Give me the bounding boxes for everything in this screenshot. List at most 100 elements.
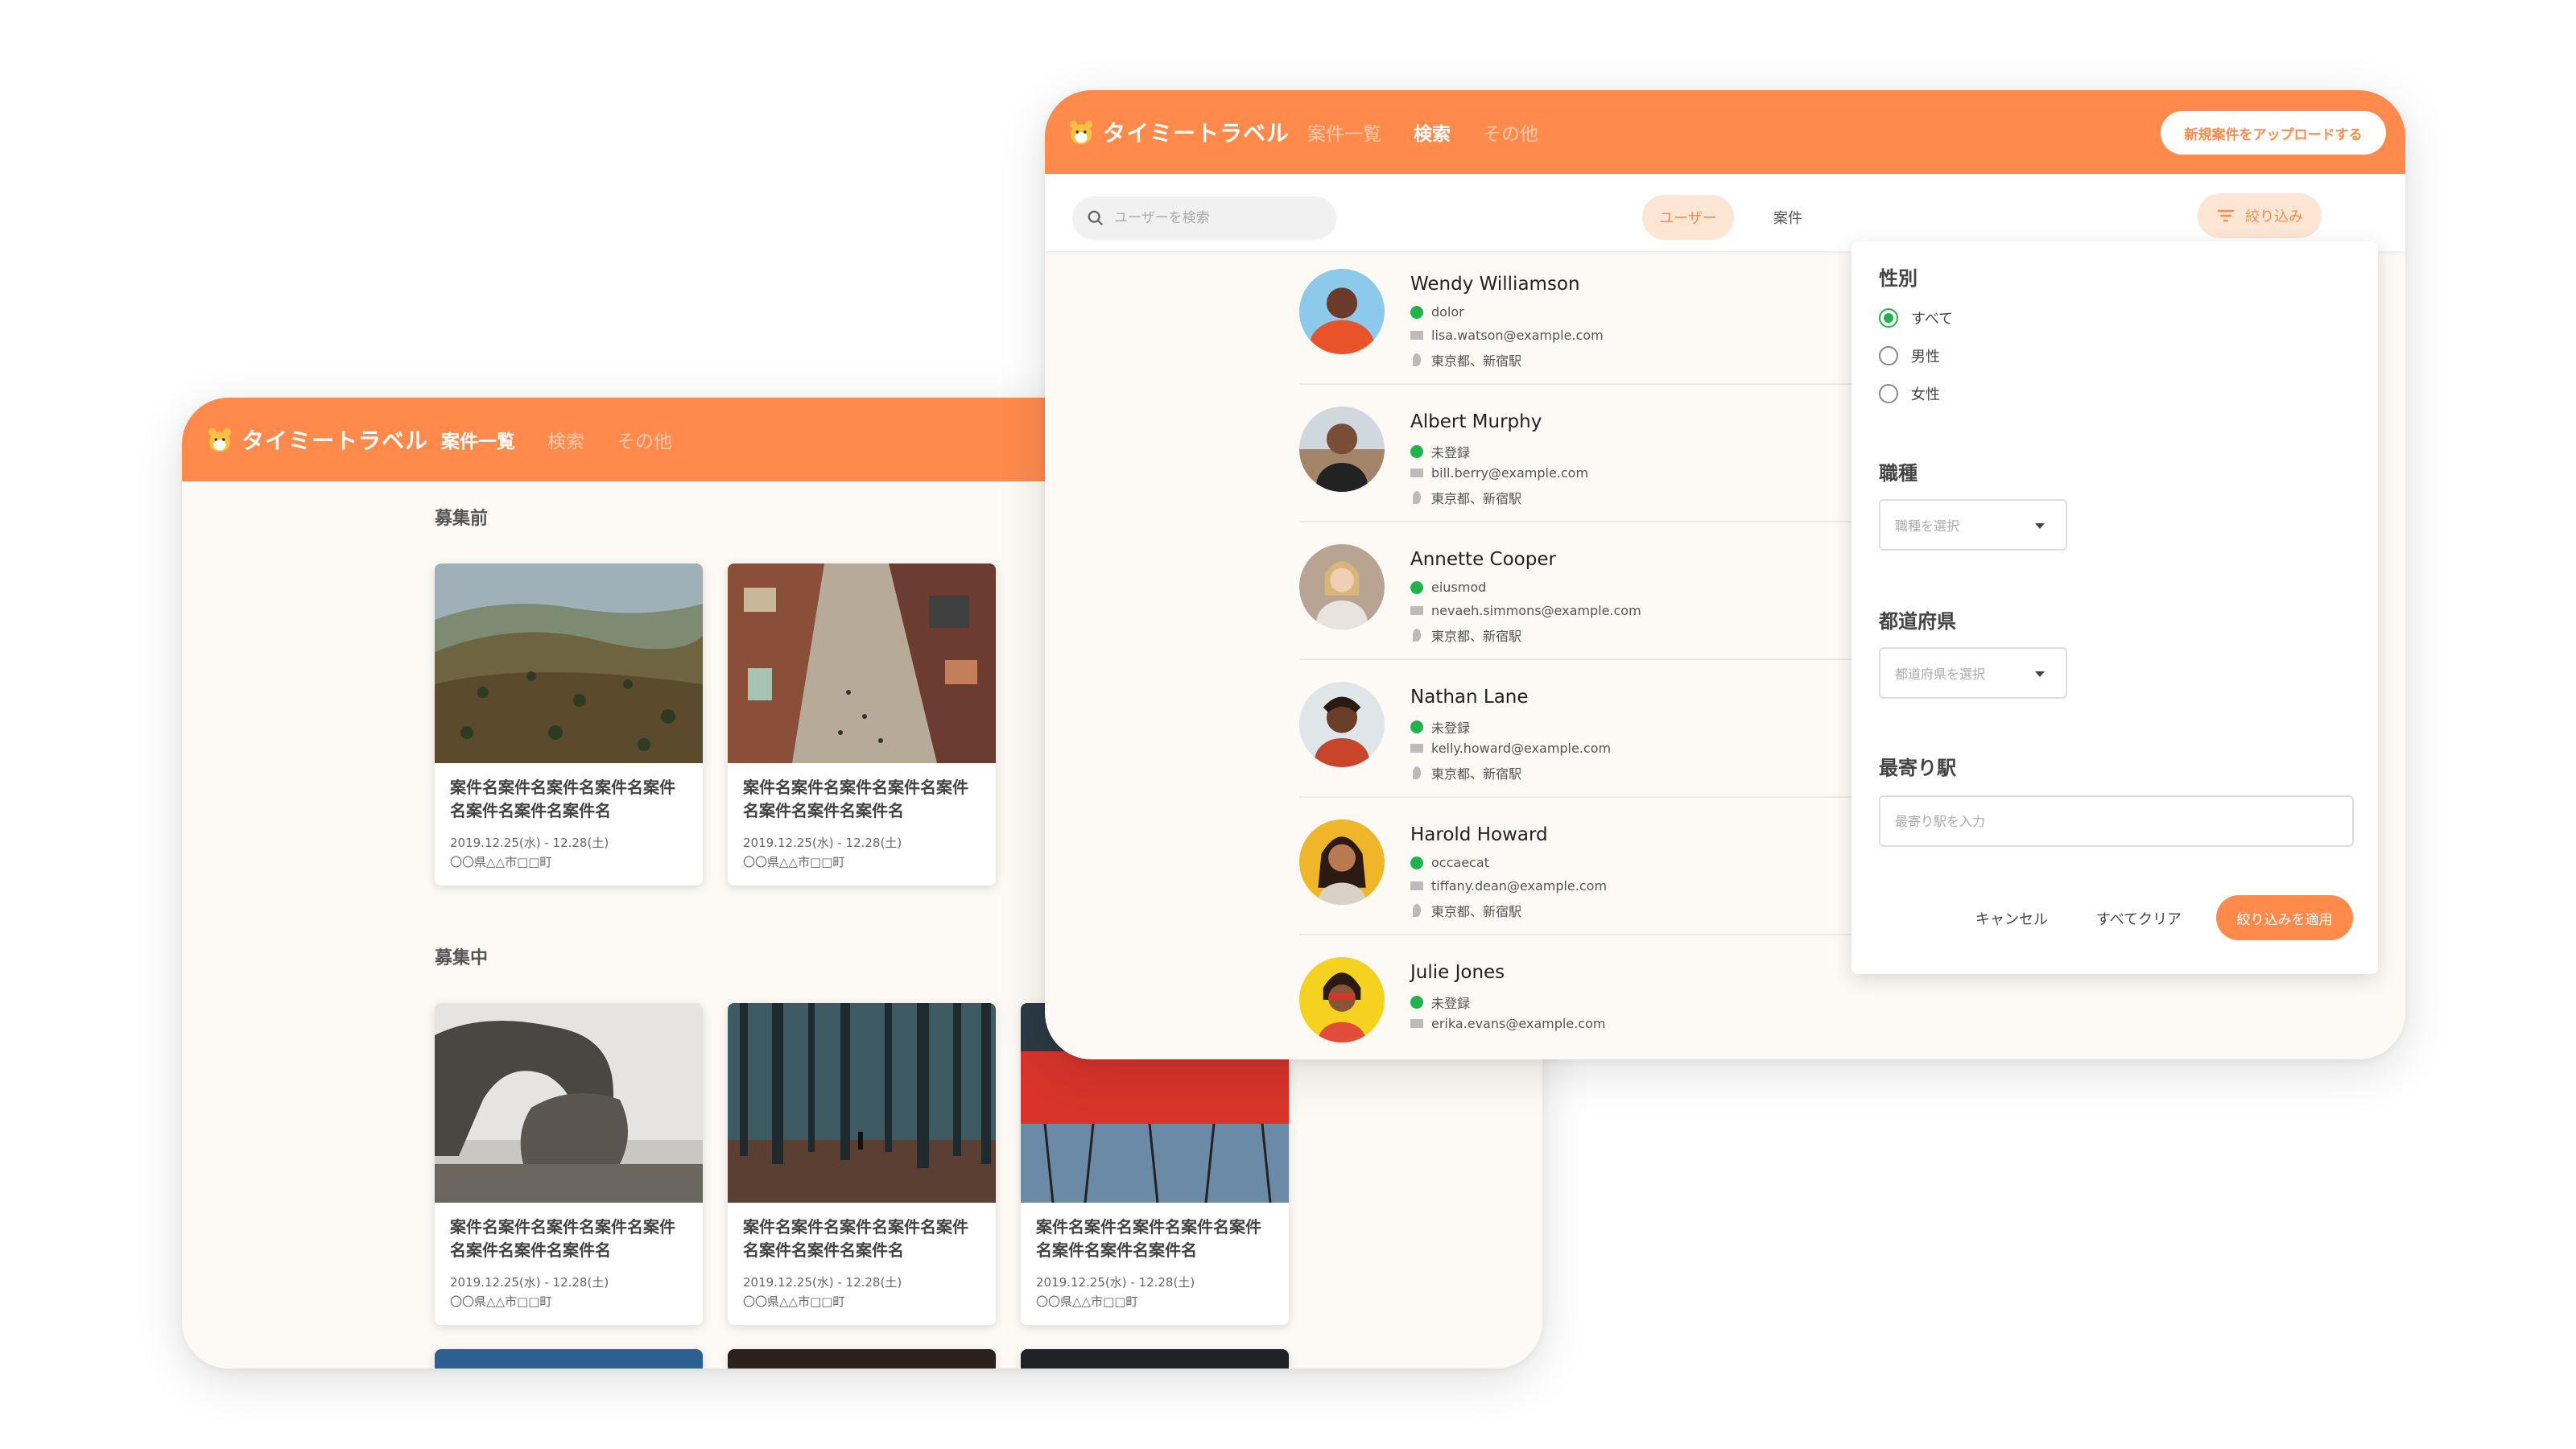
- station-input[interactable]: [1879, 795, 2354, 847]
- user-email: lisa.watson@example.com: [1410, 328, 1604, 343]
- user-list-item[interactable]: Julie Jones 未登録 erika.evans@example.com: [1299, 933, 1863, 1059]
- case-date: 2019.12.25(水) - 12.28(土): [743, 836, 902, 850]
- apply-filter-button[interactable]: 絞り込みを適用: [2216, 895, 2353, 940]
- filter-panel: 性別 すべて 男性 女性 職種 職種を選択 都道府県 都道府県を選択 最寄り駅 …: [1852, 242, 2378, 974]
- case-date: 2019.12.25(水) - 12.28(土): [450, 1275, 609, 1290]
- case-title: 案件名案件名案件名案件名案件名案件名案件名案件名: [743, 778, 968, 820]
- pref-select-placeholder: 都道府県を選択: [1895, 667, 1986, 682]
- user-location: 東京都、新宿駅: [1410, 901, 1521, 920]
- tab-cases[interactable]: 案件: [1753, 195, 1823, 240]
- user-status: 未登録: [1410, 993, 1470, 1012]
- nav-item-case-list[interactable]: 案件一覧: [1307, 118, 1381, 146]
- user-status: 未登録: [1410, 717, 1470, 737]
- case-card[interactable]: 案件名案件名案件名案件名案件名案件名案件名案件名 2019.12.25(水) -…: [728, 564, 996, 886]
- mail-icon: [1410, 1019, 1423, 1028]
- case-title: 案件名案件名案件名案件名案件名案件名案件名案件名: [743, 1217, 968, 1260]
- pref-label: 都道府県: [1879, 610, 1956, 633]
- case-card[interactable]: 案件名案件名案件名案件名案件名案件名案件名案件名 2019.12.25(水) -…: [435, 564, 703, 886]
- nav-item-search[interactable]: 検索: [547, 426, 584, 453]
- tab-users[interactable]: ユーザー: [1642, 195, 1734, 240]
- hamster-icon: [208, 427, 232, 452]
- case-title: 案件名案件名案件名案件名案件名案件名案件名案件名: [1036, 1217, 1261, 1260]
- user-location: 東京都、新宿駅: [1410, 488, 1521, 507]
- case-card-partial[interactable]: [435, 1349, 703, 1368]
- user-email-text: tiffany.dean@example.com: [1431, 878, 1608, 894]
- line-icon: [1410, 580, 1423, 594]
- job-select[interactable]: 職種を選択: [1879, 499, 2067, 551]
- user-name: Albert Murphy: [1410, 411, 1542, 432]
- radio-gender-all[interactable]: すべて: [1879, 308, 1953, 328]
- pin-icon: [1413, 904, 1421, 917]
- nav-item-search[interactable]: 検索: [1414, 118, 1451, 146]
- user-location-text: 東京都、新宿駅: [1431, 353, 1522, 369]
- user-status-text: 未登録: [1431, 996, 1471, 1011]
- radio-gender-male[interactable]: 男性: [1879, 345, 1940, 366]
- hamster-icon: [1069, 120, 1093, 145]
- case-date: 2019.12.25(水) - 12.28(土): [1036, 1275, 1195, 1290]
- mail-icon: [1410, 331, 1423, 340]
- user-list-item[interactable]: Wendy Williamson dolor lisa.watson@examp…: [1299, 245, 1863, 385]
- radio-label: 男性: [1911, 349, 1940, 365]
- user-list-item[interactable]: Nathan Lane 未登録 kelly.howard@example.com…: [1299, 658, 1863, 798]
- pref-select[interactable]: 都道府県を選択: [1879, 647, 2067, 699]
- case-card-partial[interactable]: [728, 1349, 996, 1368]
- user-name: Julie Jones: [1410, 962, 1505, 983]
- case-card[interactable]: 案件名案件名案件名案件名案件名案件名案件名案件名 2019.12.25(水) -…: [435, 1003, 703, 1325]
- radio-checked-icon: [1879, 308, 1898, 328]
- case-title: 案件名案件名案件名案件名案件名案件名案件名案件名: [450, 778, 675, 820]
- caret-down-icon: [2035, 671, 2045, 677]
- clear-all-button[interactable]: すべてクリア: [2096, 908, 2182, 929]
- user-name: Wendy Williamson: [1410, 274, 1580, 295]
- line-icon: [1410, 305, 1423, 319]
- user-list-item[interactable]: Annette Cooper eiusmod nevaeh.simmons@ex…: [1299, 520, 1863, 660]
- line-icon: [1410, 445, 1423, 458]
- search-icon: [1088, 210, 1104, 226]
- pin-icon: [1413, 353, 1421, 366]
- radio-gender-female[interactable]: 女性: [1879, 383, 1940, 404]
- brand-logo[interactable]: タイミートラベル: [1066, 90, 1290, 174]
- filter-icon: [2217, 209, 2235, 222]
- user-name: Nathan Lane: [1410, 687, 1529, 708]
- brand-logo[interactable]: タイミートラベル: [204, 398, 428, 481]
- case-card-partial[interactable]: [1021, 1349, 1289, 1368]
- user-status-text: 未登録: [1431, 720, 1471, 736]
- user-search-window: タイミートラベル 案件一覧 検索 その他 新規案件をアップロードする ユーザー …: [1045, 90, 2405, 1059]
- user-status: eiusmod: [1410, 580, 1486, 595]
- case-place: 〇〇県△△市□□町: [450, 855, 552, 869]
- user-search-box[interactable]: [1072, 196, 1336, 240]
- case-date: 2019.12.25(水) - 12.28(土): [450, 836, 609, 850]
- user-status-text: eiusmod: [1431, 580, 1487, 595]
- user-status: dolor: [1410, 304, 1464, 320]
- user-name: Annette Cooper: [1410, 549, 1556, 570]
- forest-photo: [728, 1003, 996, 1203]
- radio-unchecked-icon: [1879, 346, 1898, 365]
- case-place: 〇〇県△△市□□町: [450, 1294, 552, 1309]
- cancel-button[interactable]: キャンセル: [1975, 908, 2048, 929]
- app-header: タイミートラベル 案件一覧 検索 その他 新規案件をアップロードする: [1045, 90, 2405, 174]
- line-icon: [1410, 996, 1423, 1009]
- sea-rock-photo: [435, 1003, 703, 1203]
- search-input[interactable]: [1114, 210, 1323, 226]
- user-email: nevaeh.simmons@example.com: [1410, 603, 1641, 618]
- user-list-item[interactable]: Harold Howard occaecat tiffany.dean@exam…: [1299, 795, 1863, 935]
- user-email: erika.evans@example.com: [1410, 1016, 1605, 1031]
- filter-button[interactable]: 絞り込み: [2198, 193, 2322, 238]
- mail-icon: [1410, 606, 1423, 615]
- user-email-text: nevaeh.simmons@example.com: [1431, 603, 1641, 618]
- town-street-photo: [728, 564, 996, 763]
- nav-item-other[interactable]: その他: [1483, 118, 1538, 146]
- nav-item-other[interactable]: その他: [617, 426, 672, 453]
- job-label: 職種: [1879, 462, 1918, 485]
- user-email-text: kelly.howard@example.com: [1431, 741, 1612, 756]
- user-email-text: bill.berry@example.com: [1431, 465, 1589, 481]
- caret-down-icon: [2035, 523, 2045, 529]
- user-email: kelly.howard@example.com: [1410, 741, 1611, 756]
- upload-case-button[interactable]: 新規案件をアップロードする: [2161, 111, 2386, 155]
- nav-item-case-list[interactable]: 案件一覧: [441, 426, 515, 453]
- filter-button-label: 絞り込み: [2245, 208, 2303, 225]
- user-list-item[interactable]: Albert Murphy 未登録 bill.berry@example.com…: [1299, 382, 1863, 522]
- user-name: Harold Howard: [1410, 824, 1548, 845]
- case-card[interactable]: 案件名案件名案件名案件名案件名案件名案件名案件名 2019.12.25(水) -…: [728, 1003, 996, 1325]
- user-email-text: erika.evans@example.com: [1431, 1016, 1606, 1031]
- avatar: [1299, 819, 1385, 905]
